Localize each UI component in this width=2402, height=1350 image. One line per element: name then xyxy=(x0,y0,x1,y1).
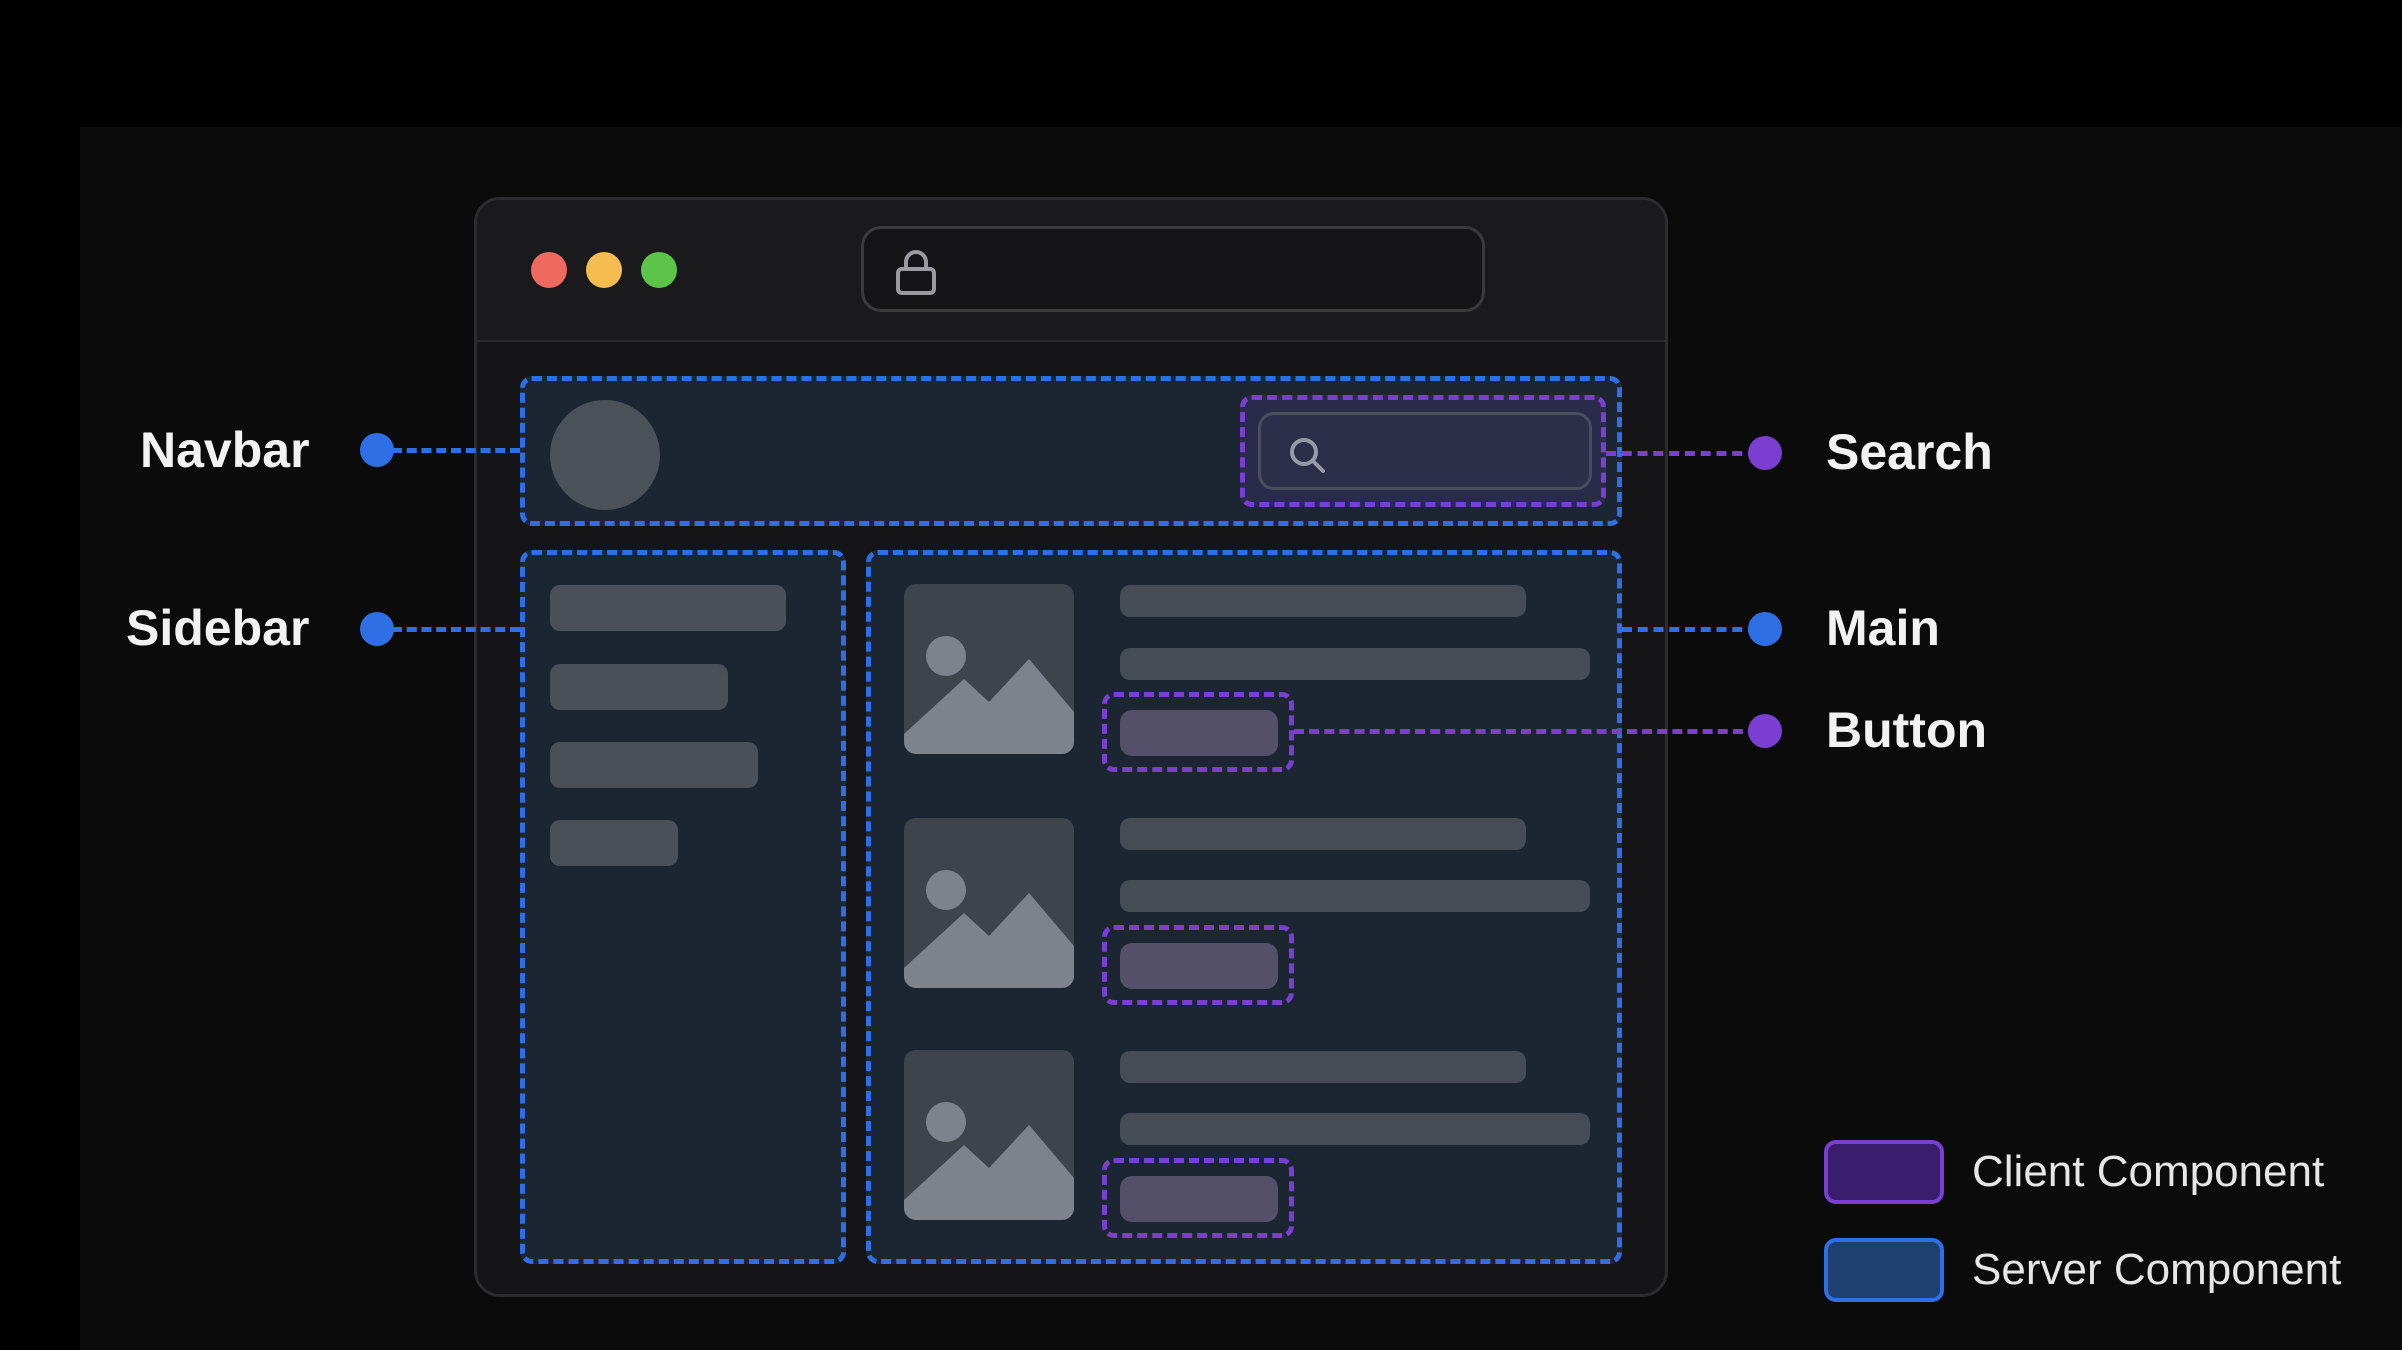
navbar-connector-dot xyxy=(360,433,394,467)
text-line-placeholder xyxy=(1120,1113,1590,1145)
main-leader-line xyxy=(1622,627,1758,632)
image-placeholder-icon xyxy=(904,870,1074,988)
sidebar-item-placeholder xyxy=(550,820,678,866)
main-connector-dot xyxy=(1748,612,1782,646)
card-image xyxy=(904,818,1074,988)
search-leader-line xyxy=(1606,451,1758,456)
card-image xyxy=(904,1050,1074,1220)
card-button xyxy=(1120,943,1278,989)
button-label: Button xyxy=(1826,702,1988,758)
minimize-dot xyxy=(586,252,622,288)
search-icon xyxy=(1290,438,1325,473)
image-placeholder-icon xyxy=(904,636,1074,754)
sidebar-label: Sidebar xyxy=(126,600,310,656)
button-leader-line xyxy=(1294,729,1758,734)
server-component-swatch xyxy=(1824,1238,1944,1302)
client-component-legend-label: Client Component xyxy=(1972,1147,2325,1196)
close-dot xyxy=(531,252,567,288)
card-image xyxy=(904,584,1074,754)
main-label: Main xyxy=(1826,600,1940,656)
sidebar-item-placeholder xyxy=(550,585,786,631)
avatar xyxy=(550,400,660,510)
image-placeholder-icon xyxy=(904,1102,1074,1220)
text-line-placeholder xyxy=(1120,1051,1526,1083)
sidebar-region xyxy=(520,550,846,1264)
maximize-dot xyxy=(641,252,677,288)
lock-icon xyxy=(896,250,936,295)
search-connector-dot xyxy=(1748,436,1782,470)
search-label: Search xyxy=(1826,424,1993,480)
client-component-swatch xyxy=(1824,1140,1944,1204)
text-line-placeholder xyxy=(1120,880,1590,912)
sidebar-item-placeholder xyxy=(550,664,728,710)
sidebar-leader-line xyxy=(392,627,520,632)
card-button xyxy=(1120,1176,1278,1222)
navbar-leader-line xyxy=(392,448,520,453)
sidebar-connector-dot xyxy=(360,612,394,646)
text-line-placeholder xyxy=(1120,818,1526,850)
card-button xyxy=(1120,710,1278,756)
text-line-placeholder xyxy=(1120,648,1590,680)
navbar-label: Navbar xyxy=(140,422,310,478)
url-bar xyxy=(861,226,1485,312)
button-connector-dot xyxy=(1748,714,1782,748)
text-line-placeholder xyxy=(1120,585,1526,617)
sidebar-item-placeholder xyxy=(550,742,758,788)
window-titlebar xyxy=(477,200,1665,342)
search-input xyxy=(1258,412,1592,490)
server-component-legend-label: Server Component xyxy=(1972,1245,2342,1294)
